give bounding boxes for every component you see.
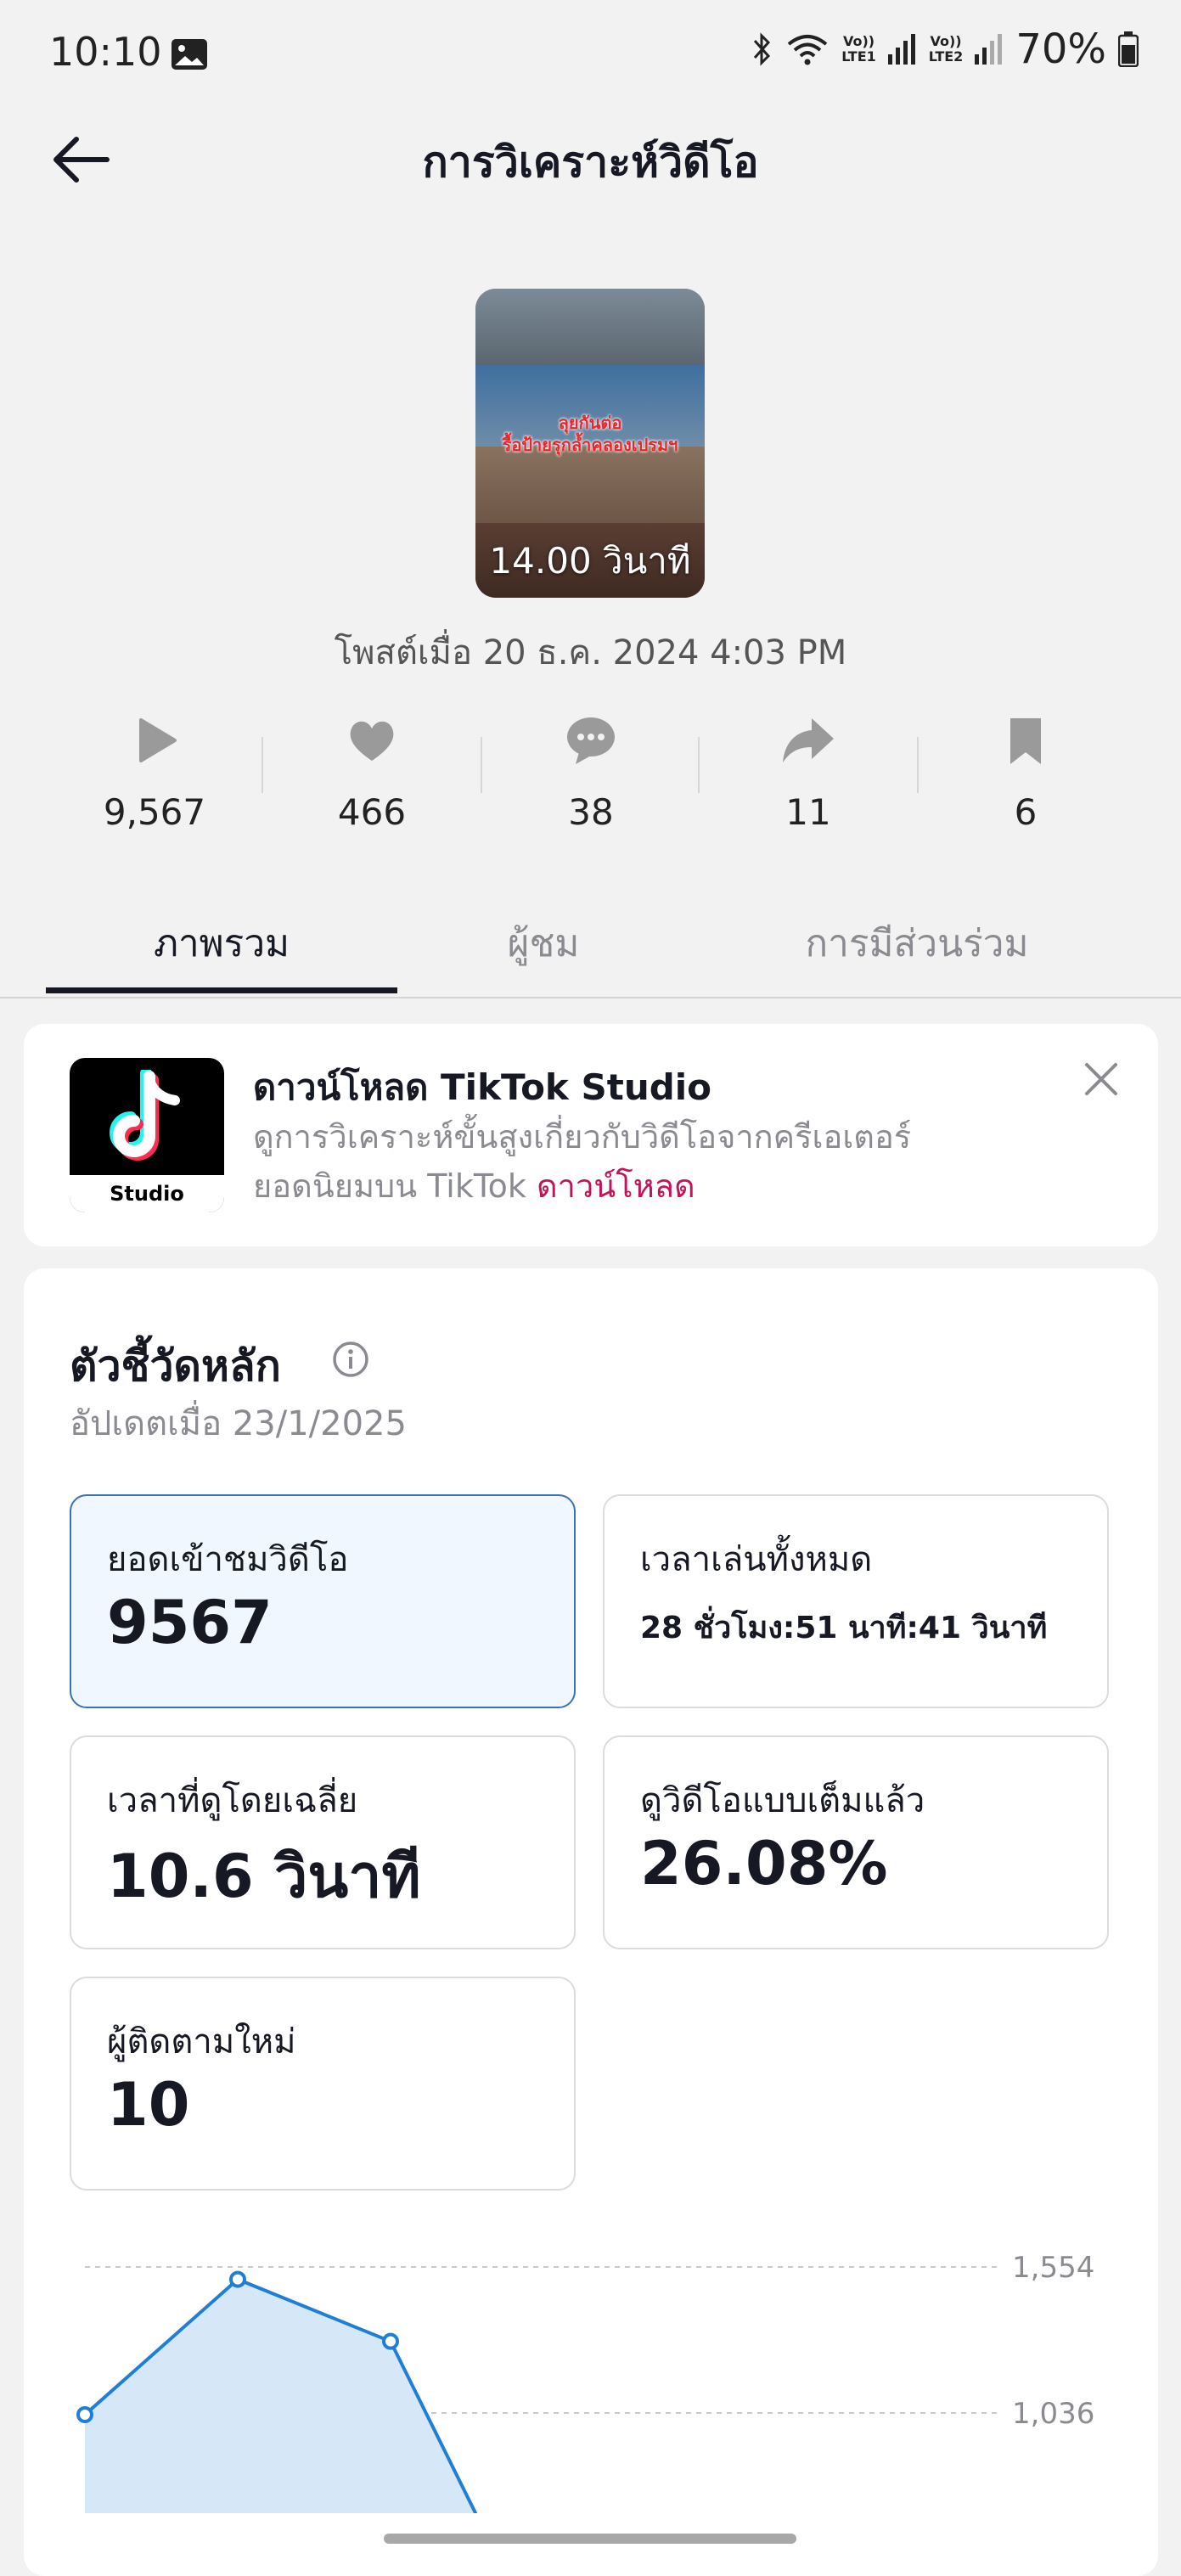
metric-label: ยอดเข้าชมวิดีโอ <box>107 1540 349 1579</box>
metric-value: 9567 <box>107 1588 273 1657</box>
stat-comments: 38 <box>515 713 667 833</box>
metric-value: 26.08% <box>640 1829 888 1898</box>
stat-likes: 466 <box>295 713 448 833</box>
metric-value: 28 ชั่วโมง:51 นาที:41 วินาที <box>640 1611 1048 1645</box>
status-bar: 10:10 Vo)) LTE1 Vo)) LTE2 70% <box>0 0 1181 110</box>
posted-date: โพสต์เมื่อ 20 ธ.ค. 2024 4:03 PM <box>334 633 847 672</box>
video-thumbnail[interactable]: ลุยกันต่อ รื้อป้ายรุกล้ำคลองเปรมฯ 14.00 … <box>475 289 705 598</box>
metric-label: เวลาเล่นทั้งหมด <box>640 1540 873 1579</box>
divider <box>698 737 700 793</box>
share-icon <box>783 718 834 762</box>
metric-label: เวลาที่ดูโดยเฉลี่ย <box>107 1781 358 1820</box>
tab-engagement[interactable]: การมีส่วนร่วม <box>739 914 1095 973</box>
heart-icon <box>350 721 394 761</box>
stat-shares-value: 11 <box>785 791 831 833</box>
sim1-label: Vo)) LTE1 <box>841 33 876 65</box>
tiktok-studio-logo: Studio <box>70 1058 224 1212</box>
signal2-icon <box>975 34 1003 65</box>
close-icon[interactable] <box>1080 1058 1122 1100</box>
divider <box>262 737 263 793</box>
tab-viewers[interactable]: ผู้ชม <box>458 914 628 973</box>
stat-plays-value: 9,567 <box>103 791 206 833</box>
chart-data-point[interactable] <box>76 2405 93 2423</box>
divider <box>481 737 482 793</box>
home-indicator[interactable] <box>384 2534 796 2544</box>
signal1-icon <box>887 34 915 65</box>
bluetooth-icon <box>754 32 771 66</box>
tab-active-indicator <box>46 987 397 993</box>
stat-saves: 6 <box>949 713 1102 833</box>
metric-value: 10 <box>107 2070 190 2140</box>
metric-value: 10.6 วินาที <box>107 1842 421 1911</box>
stat-likes-value: 466 <box>337 791 407 833</box>
metric-label: ผู้ติดตามใหม่ <box>107 2022 296 2061</box>
bookmark-icon <box>1010 718 1041 764</box>
metric-watched-full-video[interactable]: ดูวิดีโอแบบเต็มแล้ว 26.08% <box>603 1735 1109 1949</box>
page-title: การวิเคราะห์วิดีโอ <box>422 138 759 187</box>
metric-video-views[interactable]: ยอดเข้าชมวิดีโอ 9567 <box>70 1494 576 1708</box>
promo-description: ดูการวิเคราะห์ขั้นสูงเกี่ยวกับวิดีโอจากค… <box>253 1118 912 1205</box>
metric-label: ดูวิดีโอแบบเต็มแล้ว <box>640 1781 925 1820</box>
gallery-notification-icon <box>172 39 207 70</box>
tiktok-note-icon <box>110 1070 180 1161</box>
play-icon <box>139 718 177 762</box>
stat-saves-value: 6 <box>1014 791 1038 833</box>
comment-icon <box>567 717 615 764</box>
views-chart: 1,554 1,036 <box>76 2251 1094 2513</box>
chart-y-tick-label: 1,036 <box>1012 2397 1094 2431</box>
tab-overview[interactable]: ภาพรวม <box>46 914 397 973</box>
status-time: 10:10 <box>49 29 162 75</box>
chart-data-point[interactable] <box>229 2270 246 2288</box>
chart-area <box>85 2279 484 2513</box>
stat-plays: 9,567 <box>78 713 231 833</box>
promo-title: ดาวน์โหลด TikTok Studio <box>253 1066 712 1108</box>
info-icon[interactable] <box>331 1340 370 1379</box>
video-duration: 14.00 วินาที <box>489 540 691 582</box>
status-icons: Vo)) LTE1 Vo)) LTE2 70% <box>751 25 1139 73</box>
tab-divider <box>0 997 1181 998</box>
download-link[interactable]: ดาวน์โหลด <box>537 1167 695 1205</box>
logo-label: Studio <box>70 1175 224 1212</box>
metric-total-play-time[interactable]: เวลาเล่นทั้งหมด 28 ชั่วโมง:51 นาที:41 วิ… <box>603 1494 1109 1708</box>
chart-data-point[interactable] <box>382 2332 399 2350</box>
sim2-label: Vo)) LTE2 <box>928 33 964 65</box>
battery-percent: 70% <box>1015 25 1106 73</box>
divider <box>917 737 919 793</box>
metric-average-watch-time[interactable]: เวลาที่ดูโดยเฉลี่ย 10.6 วินาที <box>70 1735 576 1949</box>
metrics-updated: อัปเดตเมื่อ 23/1/2025 <box>70 1404 407 1443</box>
metric-new-followers[interactable]: ผู้ติดตามใหม่ 10 <box>70 1977 576 2191</box>
metrics-title: ตัวชี้วัดหลัก <box>70 1341 281 1391</box>
wifi-icon <box>787 35 828 65</box>
battery-icon <box>1118 31 1139 67</box>
tiktok-studio-promo: Studio ดาวน์โหลด TikTok Studio ดูการวิเค… <box>24 1024 1158 1246</box>
video-caption: ลุยกันต่อ รื้อป้ายรุกล้ำคลองเปรมฯ <box>502 413 678 455</box>
stat-shares: 11 <box>732 713 885 833</box>
stat-comments-value: 38 <box>568 791 614 833</box>
chart-y-tick-label: 1,554 <box>1012 2251 1094 2285</box>
